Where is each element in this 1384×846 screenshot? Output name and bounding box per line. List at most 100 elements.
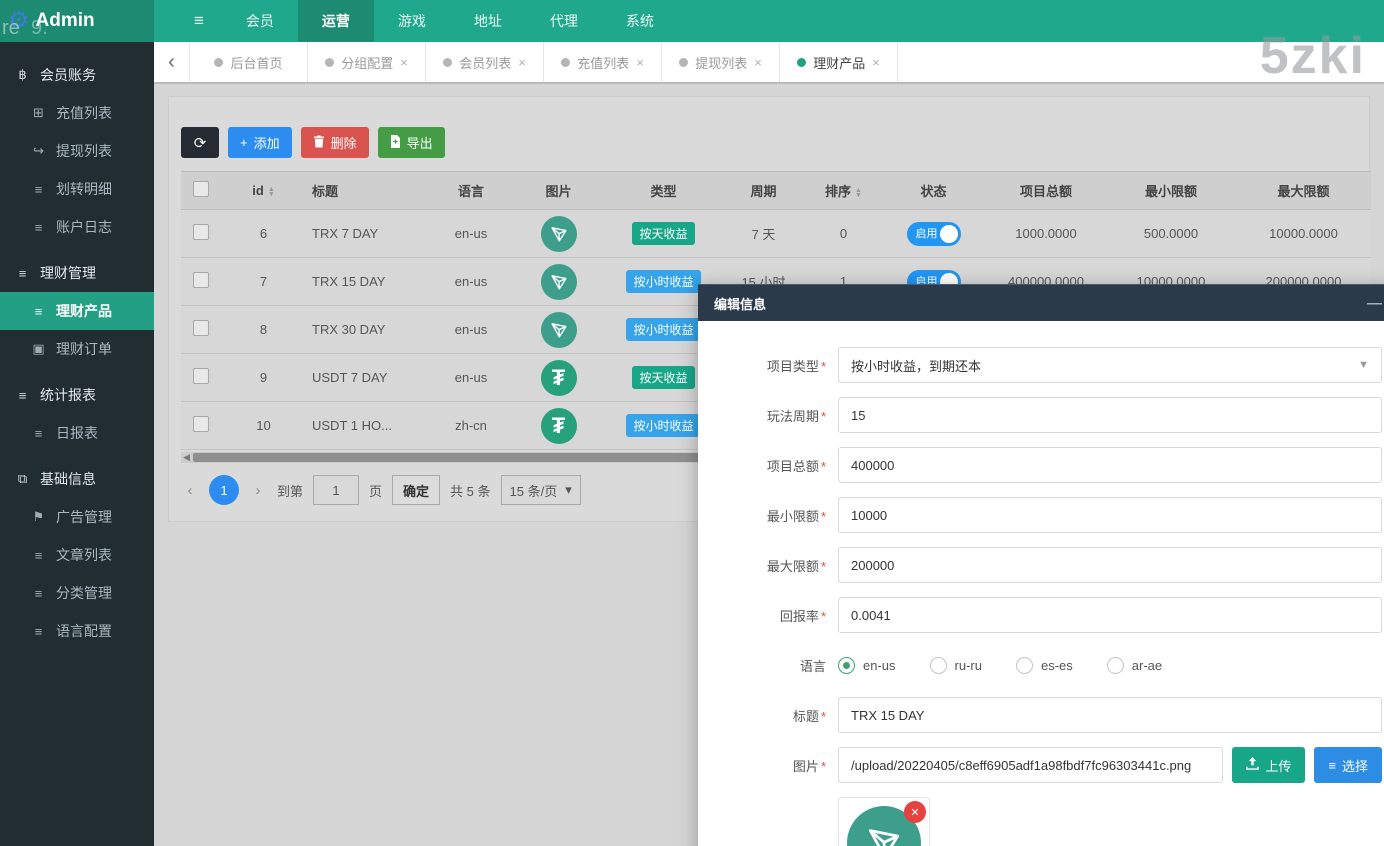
- cell-lang: en-us: [431, 306, 511, 354]
- nav-item-game[interactable]: 游戏: [374, 0, 450, 42]
- column-header-sort[interactable]: 排序▲▼: [806, 172, 881, 210]
- nav-item-address[interactable]: 地址: [450, 0, 526, 42]
- file-export-icon: [390, 135, 401, 151]
- period-input[interactable]: [838, 397, 1382, 433]
- type-badge: 按天收益: [632, 222, 694, 245]
- select-all-checkbox[interactable]: [193, 181, 209, 197]
- refresh-button[interactable]: ⟳: [181, 127, 219, 158]
- column-header-period[interactable]: 周期: [721, 172, 806, 210]
- goto-confirm-button[interactable]: 确定: [392, 475, 440, 505]
- radio-ru-ru[interactable]: ru-ru: [930, 657, 982, 674]
- sidebar-item-category-management[interactable]: ≡ 分类管理: [0, 574, 154, 612]
- delete-button-label: 删除: [331, 133, 357, 152]
- nav-item-member[interactable]: 会员: [222, 0, 298, 42]
- tab-withdraw-list[interactable]: 提现列表 ×: [662, 42, 780, 82]
- tab-group-config[interactable]: 分组配置 ×: [308, 42, 426, 82]
- sidebar-item-withdraw-list[interactable]: ↪ 提现列表: [0, 132, 154, 170]
- title-input[interactable]: [838, 697, 1382, 733]
- min-limit-input[interactable]: [838, 497, 1382, 533]
- sidebar-item-label: 会员账务: [40, 65, 96, 85]
- tabs-scroll-left-button[interactable]: ‹: [154, 42, 190, 82]
- row-checkbox[interactable]: [193, 368, 209, 384]
- column-header-image[interactable]: 图片: [511, 172, 606, 210]
- column-header-status[interactable]: 状态: [881, 172, 986, 210]
- cell-title: TRX 7 DAY: [306, 210, 431, 258]
- sort-icon[interactable]: ▲▼: [855, 188, 862, 198]
- column-header-total[interactable]: 项目总额: [986, 172, 1106, 210]
- remove-image-button[interactable]: ✕: [904, 801, 926, 823]
- sidebar-item-finance-product[interactable]: ≡ 理财产品: [0, 292, 154, 330]
- tab-home[interactable]: 后台首页: [190, 42, 308, 82]
- row-checkbox[interactable]: [193, 416, 209, 432]
- dialog-titlebar[interactable]: 编辑信息 —: [698, 285, 1384, 321]
- page-number-input[interactable]: [313, 475, 359, 505]
- sidebar-item-statistics-report[interactable]: ≡ 统计报表: [0, 376, 154, 414]
- column-header-id[interactable]: id▲▼: [221, 172, 306, 210]
- tab-close-icon[interactable]: ×: [518, 55, 526, 70]
- column-header-max[interactable]: 最大限额: [1236, 172, 1371, 210]
- column-header-title[interactable]: 标题: [306, 172, 431, 210]
- tab-close-icon[interactable]: ×: [636, 55, 644, 70]
- column-header-min[interactable]: 最小限额: [1106, 172, 1236, 210]
- tab-recharge-list[interactable]: 充值列表 ×: [544, 42, 662, 82]
- minimize-icon[interactable]: —: [1367, 295, 1382, 312]
- tab-close-icon[interactable]: ×: [872, 55, 880, 70]
- row-checkbox[interactable]: [193, 224, 209, 240]
- sidebar-item-finance-order[interactable]: ▣ 理财订单: [0, 330, 154, 368]
- row-checkbox[interactable]: [193, 272, 209, 288]
- tab-finance-product[interactable]: 理财产品 ×: [780, 42, 898, 82]
- nav-item-operation[interactable]: 运营: [298, 0, 374, 42]
- sidebar-item-account-log[interactable]: ≡ 账户日志: [0, 208, 154, 246]
- total-amount-input[interactable]: [838, 447, 1382, 483]
- tab-member-list[interactable]: 会员列表 ×: [426, 42, 544, 82]
- current-page-button[interactable]: 1: [209, 475, 239, 505]
- column-header-type[interactable]: 类型: [606, 172, 721, 210]
- row-checkbox[interactable]: [193, 320, 209, 336]
- sidebar-item-language-config[interactable]: ≡ 语言配置: [0, 612, 154, 650]
- sidebar-item-ad-management[interactable]: ⚑ 广告管理: [0, 498, 154, 536]
- sidebar-item-recharge-list[interactable]: ⊞ 充值列表: [0, 94, 154, 132]
- sidebar-item-finance-management[interactable]: ≡ 理财管理: [0, 254, 154, 292]
- share-icon: ↪: [30, 143, 47, 159]
- upload-icon: [1246, 757, 1259, 773]
- sidebar-item-daily-report[interactable]: ≡ 日报表: [0, 414, 154, 452]
- per-page-select[interactable]: 15 条/页 ▾: [501, 475, 581, 505]
- prev-page-button[interactable]: ‹: [181, 482, 199, 499]
- image-path-input[interactable]: [838, 747, 1223, 783]
- field-label: 项目类型: [767, 359, 819, 374]
- sort-icon[interactable]: ▲▼: [268, 187, 275, 197]
- trx-coin-icon: [541, 264, 577, 300]
- field-label: 玩法周期: [767, 409, 819, 424]
- sidebar-item-label: 语言配置: [56, 621, 112, 641]
- scroll-left-icon[interactable]: ◀: [183, 452, 190, 463]
- sidebar-item-label: 理财管理: [40, 263, 96, 283]
- next-page-button[interactable]: ›: [249, 482, 267, 499]
- sidebar-item-basic-info[interactable]: ⧉ 基础信息: [0, 460, 154, 498]
- tab-close-icon[interactable]: ×: [754, 55, 762, 70]
- list-icon: ≡: [30, 426, 47, 441]
- export-button[interactable]: 导出: [378, 127, 445, 158]
- dialog-body: 项目类型* 按小时收益，到期还本 ▼ 玩法周期* 项目总额* 最小限额* 最大限…: [698, 321, 1384, 846]
- tab-close-icon[interactable]: ×: [400, 55, 408, 70]
- project-type-select[interactable]: 按小时收益，到期还本 ▼: [838, 347, 1382, 383]
- upload-button[interactable]: 上传: [1232, 747, 1305, 783]
- add-button[interactable]: + 添加: [228, 127, 292, 158]
- max-limit-input[interactable]: [838, 547, 1382, 583]
- column-header-lang[interactable]: 语言: [431, 172, 511, 210]
- radio-ar-ae[interactable]: ar-ae: [1107, 657, 1162, 674]
- radio-en-us[interactable]: en-us: [838, 657, 896, 674]
- nav-item-agent[interactable]: 代理: [526, 0, 602, 42]
- sidebar-item-transfer-detail[interactable]: ≡ 划转明细: [0, 170, 154, 208]
- choose-button[interactable]: ≡ 选择: [1314, 747, 1382, 783]
- return-rate-input[interactable]: [838, 597, 1382, 633]
- status-toggle[interactable]: 启用: [907, 222, 961, 246]
- required-asterisk: *: [821, 759, 826, 774]
- sidebar-toggle-button[interactable]: ≡: [176, 0, 222, 42]
- radio-es-es[interactable]: es-es: [1016, 657, 1073, 674]
- brand-logo[interactable]: ⚙ Admin: [0, 0, 154, 42]
- sidebar-item-member-accounts[interactable]: ฿ 会员账务: [0, 56, 154, 94]
- delete-button[interactable]: 删除: [301, 127, 369, 158]
- nav-item-system[interactable]: 系统: [602, 0, 678, 42]
- tab-label: 理财产品: [813, 53, 865, 72]
- sidebar-item-article-list[interactable]: ≡ 文章列表: [0, 536, 154, 574]
